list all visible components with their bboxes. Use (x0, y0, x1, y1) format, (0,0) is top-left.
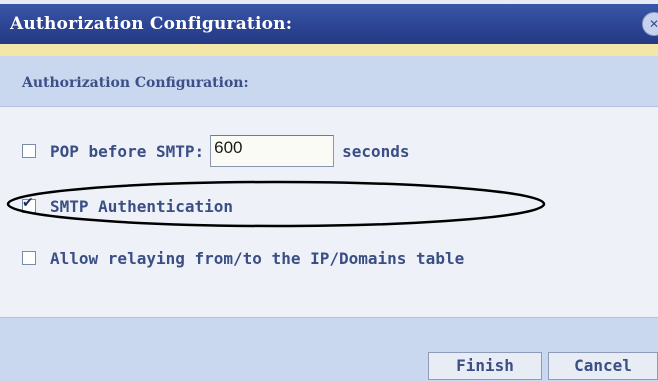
close-icon[interactable]: ✕ (642, 12, 658, 36)
allow-relaying-row: Allow relaying from/to the IP/Domains ta… (22, 243, 464, 273)
title-bar: Authorization Configuration: ✕ (0, 4, 658, 44)
pop-before-smtp-label: POP before SMTP: (50, 141, 205, 161)
section-header: Authorization Configuration: (0, 56, 658, 107)
pop-seconds-input[interactable]: 600 (210, 135, 335, 167)
finish-button[interactable]: Finish (428, 352, 542, 380)
allow-relaying-checkbox[interactable] (22, 251, 36, 265)
section-title: Authorization Configuration: (22, 75, 249, 91)
cancel-button[interactable]: Cancel (548, 352, 658, 380)
pop-before-smtp-row: POP before SMTP: 600 seconds (22, 135, 410, 167)
authorization-dialog: Authorization Configuration: ✕ Authoriza… (0, 0, 658, 381)
window-title: Authorization Configuration: (10, 14, 293, 34)
footer-bar: Finish Cancel (0, 317, 658, 381)
seconds-label: seconds (342, 141, 410, 161)
highlight-ellipse (6, 180, 546, 228)
highlight-strip (0, 44, 658, 56)
allow-relaying-label: Allow relaying from/to the IP/Domains ta… (50, 248, 465, 268)
pop-before-smtp-checkbox[interactable] (22, 144, 36, 158)
pop-seconds-value: 600 (214, 138, 243, 157)
